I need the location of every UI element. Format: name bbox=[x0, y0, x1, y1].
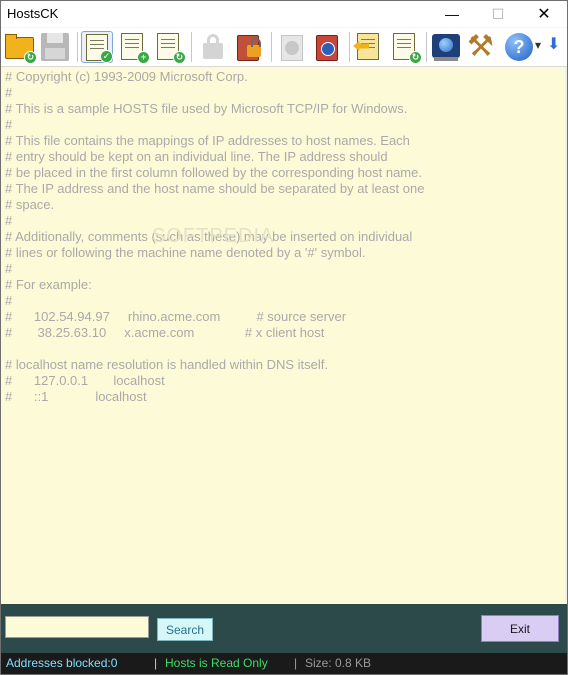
status-separator: | bbox=[294, 656, 298, 670]
help-dropdown-arrow[interactable]: ▾ bbox=[535, 38, 541, 52]
close-button[interactable]: ✕ bbox=[521, 1, 567, 27]
backup-disabled-button[interactable] bbox=[276, 31, 308, 63]
watermark: SOFTPEDIA bbox=[152, 225, 275, 247]
restore-hosts-button[interactable]: ↻ bbox=[153, 31, 186, 64]
download-arrow-icon[interactable]: ⬇ bbox=[547, 34, 560, 54]
editor-scrollbar[interactable] bbox=[565, 67, 567, 603]
import-button[interactable] bbox=[353, 31, 385, 63]
status-bar: Addresses blocked:0 | Hosts is Read Only… bbox=[1, 653, 567, 674]
help-button[interactable]: ? bbox=[503, 31, 535, 63]
web-button[interactable] bbox=[430, 31, 462, 63]
search-button[interactable]: Search bbox=[157, 618, 213, 641]
title-bar: HostsCK — ☐ ✕ bbox=[1, 1, 567, 27]
search-input[interactable] bbox=[5, 616, 149, 638]
settings-button[interactable]: ⚒ bbox=[465, 30, 497, 63]
unlock-button[interactable] bbox=[233, 31, 265, 63]
minimize-button[interactable]: — bbox=[429, 1, 475, 27]
save-button[interactable] bbox=[39, 31, 71, 63]
status-file-size: Size: 0.8 KB bbox=[305, 656, 372, 670]
main-window: HostsCK — ☐ ✕ ↻ ✓ + ↻ ↻ ⚒ ? ▾ ⬇ # Copyri… bbox=[0, 0, 568, 675]
tools-icon: ⚒ bbox=[467, 30, 494, 63]
hosts-editor[interactable]: # Copyright (c) 1993-2009 Microsoft Corp… bbox=[2, 67, 565, 603]
maximize-button[interactable]: ☐ bbox=[475, 1, 521, 27]
block-sites-button[interactable] bbox=[312, 31, 344, 63]
add-entry-button[interactable]: + bbox=[117, 31, 150, 64]
status-addresses-blocked: Addresses blocked:0 bbox=[6, 656, 118, 670]
check-hosts-button[interactable]: ✓ bbox=[81, 31, 113, 63]
toolbar: ↻ ✓ + ↻ ↻ ⚒ ? ▾ ⬇ bbox=[1, 28, 567, 67]
open-file-button[interactable]: ↻ bbox=[4, 31, 37, 64]
status-read-only: Hosts is Read Only bbox=[165, 656, 268, 670]
help-icon: ? bbox=[505, 33, 533, 61]
hosts-file-text[interactable]: # Copyright (c) 1993-2009 Microsoft Corp… bbox=[2, 67, 565, 407]
status-separator: | bbox=[154, 656, 158, 670]
lock-button[interactable] bbox=[197, 31, 229, 63]
reload-button[interactable]: ↻ bbox=[389, 31, 422, 64]
exit-button[interactable]: Exit bbox=[481, 615, 559, 642]
window-title: HostsCK bbox=[7, 6, 59, 21]
